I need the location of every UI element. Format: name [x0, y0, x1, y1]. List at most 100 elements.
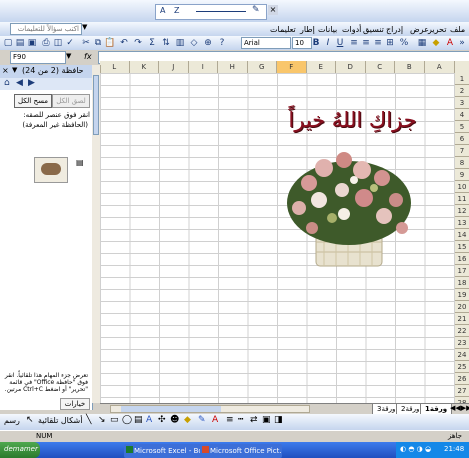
clipart-icon[interactable]: ☻: [170, 415, 179, 425]
menu-edit[interactable]: تحرير: [428, 25, 446, 34]
fx-icon[interactable]: fx: [84, 52, 92, 61]
name-box-dropdown-icon[interactable]: ▼: [66, 52, 71, 60]
toolbar-options-icon[interactable]: »: [456, 37, 468, 49]
start-button[interactable]: demamer: [0, 442, 40, 458]
sort-icon[interactable]: ⇅: [160, 37, 172, 49]
column-header-active[interactable]: F: [277, 61, 307, 73]
line-style-menu-icon[interactable]: ≡: [226, 415, 234, 425]
drawing-icon[interactable]: ◇: [188, 37, 200, 49]
column-header[interactable]: B: [395, 61, 425, 73]
oval-icon[interactable]: ◯: [122, 415, 132, 425]
arabic-calligraphy-text[interactable]: جزاكِ اللهُ خيراً: [285, 108, 420, 132]
row-header[interactable]: 25: [455, 361, 469, 373]
line-style-icon[interactable]: [196, 11, 246, 12]
ask-dropdown-icon[interactable]: ▼: [82, 23, 87, 31]
column-header[interactable]: I: [188, 61, 218, 73]
redo-icon[interactable]: ↷: [132, 37, 144, 49]
row-header[interactable]: 20: [455, 301, 469, 313]
column-header[interactable]: A: [424, 61, 455, 73]
row-header[interactable]: 4: [455, 109, 469, 121]
new-icon[interactable]: ▢: [2, 37, 14, 49]
paste-icon[interactable]: 📋: [104, 37, 116, 49]
close-pane-icon[interactable]: ×: [2, 66, 9, 75]
row-header[interactable]: 7: [455, 145, 469, 157]
hscroll-thumb[interactable]: [121, 406, 221, 412]
borders-icon[interactable]: ▦: [416, 37, 428, 49]
horizontal-scrollbar[interactable]: [110, 405, 310, 413]
font-name-select[interactable]: Arial: [241, 37, 291, 49]
menu-format[interactable]: تنسيق: [363, 25, 384, 34]
textbox-icon[interactable]: ▤: [134, 415, 143, 425]
row-header[interactable]: 5: [455, 121, 469, 133]
fill-bucket-icon[interactable]: ◆: [184, 415, 191, 425]
menu-insert[interactable]: إدراج: [386, 25, 403, 34]
menu-help[interactable]: تعليمات: [270, 25, 296, 34]
clipboard-item-2[interactable]: [34, 157, 68, 183]
percent-button[interactable]: %: [398, 37, 410, 49]
row-header[interactable]: 17: [455, 265, 469, 277]
row-header[interactable]: 9: [455, 169, 469, 181]
row-header[interactable]: 21: [455, 313, 469, 325]
taskbar-excel[interactable]: Microsoft Excel - Book1: [124, 444, 206, 458]
align-right-icon[interactable]: ≡: [348, 37, 360, 49]
undo-icon[interactable]: ↶: [118, 37, 130, 49]
home-icon[interactable]: ⌂: [4, 78, 10, 88]
back-icon[interactable]: ▶: [28, 78, 35, 88]
help-icon[interactable]: ?: [216, 37, 228, 49]
font-color-icon[interactable]: A: [444, 37, 456, 49]
tray-icons[interactable]: ◐ ◓ ◑ ◒: [400, 445, 431, 453]
column-header[interactable]: H: [218, 61, 248, 73]
taskbar-office-picture[interactable]: Microsoft Office Pict...: [200, 444, 282, 458]
close-strip-icon[interactable]: ×: [268, 5, 278, 15]
scroll-thumb[interactable]: [93, 75, 99, 135]
copy-icon[interactable]: ⧉: [92, 37, 104, 49]
row-header[interactable]: 8: [455, 157, 469, 169]
save-icon[interactable]: ▣: [26, 37, 38, 49]
row-header[interactable]: 26: [455, 373, 469, 385]
row-header[interactable]: 27: [455, 385, 469, 397]
draw-menu[interactable]: رسم: [4, 416, 20, 425]
print-icon[interactable]: ⎙: [40, 37, 52, 49]
options-button[interactable]: خيارات: [60, 398, 90, 410]
wordart-icon[interactable]: A: [146, 415, 152, 425]
menu-file[interactable]: ملف: [450, 25, 465, 34]
clipboard-item-1[interactable]: (الحافظة غير المعرفة): [4, 121, 88, 131]
menu-data[interactable]: بيانات: [318, 25, 337, 34]
row-header[interactable]: 16: [455, 253, 469, 265]
3d-icon[interactable]: ◨: [274, 415, 283, 425]
italic-button[interactable]: I: [322, 37, 334, 49]
spelling-icon[interactable]: ✓: [64, 37, 76, 49]
style-chip-z[interactable]: Z: [174, 6, 179, 15]
row-header[interactable]: 23: [455, 337, 469, 349]
forward-icon[interactable]: ◀: [16, 78, 23, 88]
merge-icon[interactable]: ⊞: [384, 37, 396, 49]
clear-all-button[interactable]: مسح الكل: [14, 94, 52, 108]
align-center-icon[interactable]: ≡: [360, 37, 372, 49]
underline-button[interactable]: U: [334, 37, 346, 49]
open-icon[interactable]: ▤: [14, 37, 26, 49]
row-header[interactable]: 24: [455, 349, 469, 361]
select-arrow-icon[interactable]: ↖: [26, 415, 34, 425]
row-header[interactable]: 1: [455, 73, 469, 85]
column-header[interactable]: J: [159, 61, 189, 73]
row-header[interactable]: 2: [455, 85, 469, 97]
arrow-style-icon[interactable]: ⇄: [250, 415, 258, 425]
tab-nav-icon[interactable]: ◀◀▶▶: [450, 404, 469, 412]
style-chip-a[interactable]: A: [160, 6, 165, 15]
diagram-icon[interactable]: ✣: [158, 415, 166, 425]
rectangle-icon[interactable]: ▭: [110, 415, 119, 425]
ask-question-input[interactable]: اكتب سؤالاً للتعليمات: [10, 23, 82, 35]
line-color-icon[interactable]: ✎: [198, 415, 206, 425]
shadow-icon[interactable]: ▣: [262, 415, 271, 425]
column-header[interactable]: K: [129, 61, 159, 73]
row-header[interactable]: 10: [455, 181, 469, 193]
paste-all-button[interactable]: لصق الكل: [52, 94, 90, 108]
flower-basket-picture[interactable]: [284, 148, 414, 270]
row-header[interactable]: 15: [455, 241, 469, 253]
arrow-icon[interactable]: ↘: [98, 415, 106, 425]
column-header[interactable]: C: [365, 61, 395, 73]
column-header[interactable]: D: [336, 61, 366, 73]
row-header[interactable]: 19: [455, 289, 469, 301]
row-header[interactable]: 6: [455, 133, 469, 145]
dash-style-icon[interactable]: ┅: [238, 415, 243, 425]
